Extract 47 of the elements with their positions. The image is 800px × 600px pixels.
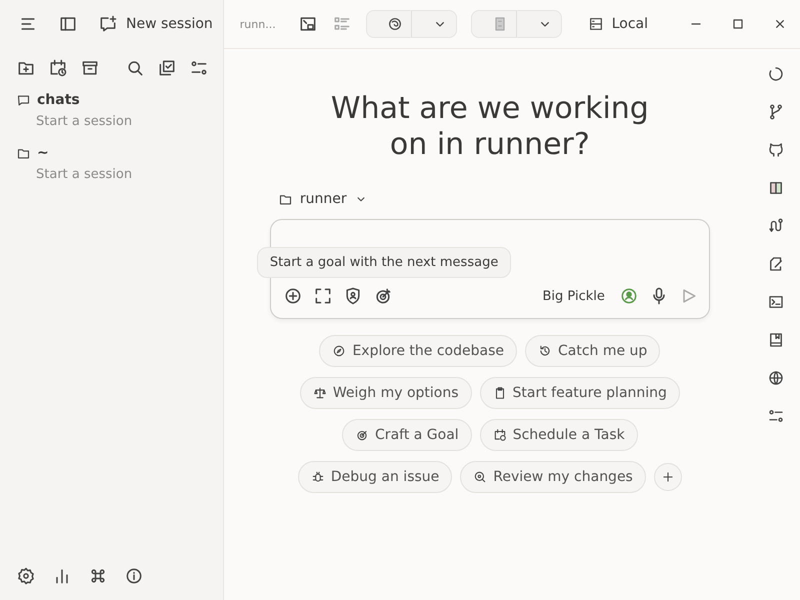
suggestion-chip[interactable]: Start feature planning	[480, 377, 680, 409]
copy-check-icon[interactable]	[156, 58, 177, 78]
chat-icon	[16, 92, 31, 108]
target-icon	[355, 428, 370, 442]
magnifier-icon	[473, 470, 488, 484]
filter-icon[interactable]	[767, 407, 785, 425]
new-chat-icon	[98, 14, 118, 34]
model-selector[interactable]: Big Pickle	[542, 288, 605, 304]
suggestion-chip[interactable]: Weigh my options	[300, 377, 472, 409]
add-suggestion-button[interactable]	[654, 463, 682, 491]
spiral-icon	[386, 16, 403, 32]
calendar-icon	[492, 428, 507, 442]
project-selector[interactable]: runner	[270, 191, 376, 207]
loading-icon[interactable]	[767, 65, 785, 83]
fullscreen-icon[interactable]	[312, 286, 333, 306]
plus-icon	[660, 470, 675, 484]
user-badge-icon[interactable]	[618, 286, 639, 306]
group-name[interactable]: chats	[37, 92, 80, 108]
settings-icon[interactable]	[16, 566, 36, 586]
scale-icon	[312, 386, 327, 400]
calendar-icon[interactable]	[48, 58, 68, 78]
globe-icon[interactable]	[767, 369, 785, 387]
agent-selector[interactable]	[366, 10, 457, 38]
edit-icon[interactable]	[767, 255, 785, 273]
cat-icon[interactable]	[767, 141, 785, 159]
add-icon[interactable]	[282, 286, 303, 306]
suggestion-chip[interactable]: Explore the codebase	[319, 335, 517, 367]
path-icon[interactable]	[767, 217, 785, 235]
server-icon	[588, 16, 604, 32]
new-session-button[interactable]: New session	[98, 14, 213, 34]
info-icon[interactable]	[124, 566, 144, 586]
welcome-heading: What are we working on in runner?	[330, 91, 650, 163]
branch-icon[interactable]	[767, 103, 785, 121]
suggestion-chip[interactable]: Catch me up	[524, 335, 660, 367]
terminal-icon[interactable]	[767, 293, 785, 311]
book-icon[interactable]	[767, 331, 785, 349]
history-icon	[538, 344, 552, 358]
group-name[interactable]: ~	[37, 145, 49, 161]
suggestion-chip[interactable]: Schedule a Task	[480, 419, 638, 451]
bug-icon	[310, 470, 325, 484]
compass-icon	[332, 344, 346, 358]
suggestion-chip[interactable]: Craft a Goal	[342, 419, 472, 451]
environment-button[interactable]: Local	[576, 16, 648, 32]
diff-icon[interactable]	[767, 179, 785, 197]
suggestion-chip[interactable]: Debug an issue	[298, 461, 452, 493]
tooltip: Start a goal with the next message	[256, 247, 512, 278]
suggestion-chip[interactable]: Review my changes	[460, 461, 646, 493]
